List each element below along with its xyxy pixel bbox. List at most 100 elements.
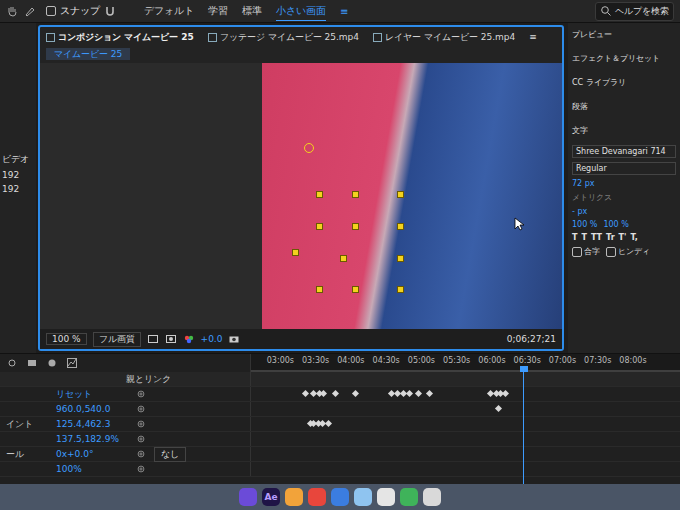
scale-field[interactable]: 100 % <box>603 220 628 229</box>
pen-icon[interactable] <box>24 5 36 17</box>
text-style-button[interactable]: TT <box>591 233 602 242</box>
keyframe[interactable] <box>495 405 502 412</box>
dock-app-icon[interactable] <box>377 488 395 506</box>
text-style-button[interactable]: T, <box>630 233 637 242</box>
keyframe[interactable] <box>302 390 309 397</box>
option-checkbox[interactable]: 合字 <box>572 246 600 257</box>
panel-tab[interactable]: レイヤー マイムービー 25.mp4 <box>373 31 515 44</box>
color-wheel-icon[interactable] <box>183 333 195 345</box>
text-style-button[interactable]: T' <box>619 233 627 242</box>
keyframe[interactable] <box>406 390 413 397</box>
workspace-tab[interactable]: 標準 <box>242 2 262 20</box>
dock-app-icon[interactable] <box>400 488 418 506</box>
snap-toggle[interactable]: スナップ <box>46 4 116 18</box>
parent-select[interactable]: なし <box>154 447 186 462</box>
panel-header[interactable]: エフェクト＆プリセット <box>572 49 676 64</box>
keyframe[interactable] <box>502 390 509 397</box>
mask-vertex[interactable] <box>397 286 404 293</box>
keyframe[interactable] <box>352 390 359 397</box>
kerning-field[interactable]: メトリクス <box>572 192 612 203</box>
pick-whip-icon[interactable] <box>136 419 146 429</box>
font-size-field[interactable]: 72 px <box>572 179 595 188</box>
property-value[interactable]: 0x+0.0° <box>56 449 128 459</box>
magnet-icon[interactable] <box>104 5 116 17</box>
snap-checkbox[interactable] <box>46 6 56 16</box>
mask-vertex[interactable] <box>352 191 359 198</box>
keyframe-track[interactable] <box>250 387 680 401</box>
keyframe-track[interactable] <box>250 417 680 431</box>
dock-app-icon[interactable] <box>423 488 441 506</box>
panel-tab[interactable]: フッテージ マイムービー 25.mp4 <box>208 31 359 44</box>
dock-app-icon[interactable] <box>285 488 303 506</box>
scale-field[interactable]: 100 % <box>572 220 597 229</box>
zoom-select[interactable]: 100 % <box>46 333 87 345</box>
keyframe[interactable] <box>320 390 327 397</box>
mask-vertex[interactable] <box>397 255 404 262</box>
exposure-value[interactable]: +0.0 <box>201 334 223 344</box>
mask-vertex[interactable] <box>292 249 299 256</box>
font-style-field[interactable]: Regular <box>572 162 676 175</box>
panel-header[interactable]: CC ライブラリ <box>572 73 676 88</box>
workspace-menu[interactable]: ≡ <box>340 6 348 17</box>
video-frame[interactable] <box>262 63 562 329</box>
graph-editor-icon[interactable] <box>66 357 78 369</box>
current-timecode[interactable]: 0;06;27;21 <box>507 334 556 344</box>
keyframe[interactable] <box>415 390 422 397</box>
keyframe-track[interactable] <box>250 447 680 461</box>
mask-vertex[interactable] <box>397 191 404 198</box>
keyframe-track[interactable] <box>250 462 680 476</box>
pick-whip-icon[interactable] <box>136 389 146 399</box>
panel-tab[interactable]: コンポジション マイムービー 25 <box>46 31 194 44</box>
workspace-tab[interactable]: 学習 <box>208 2 228 20</box>
dock-app-icon[interactable] <box>331 488 349 506</box>
leading-field[interactable]: - px <box>572 207 587 216</box>
mask-vertex[interactable] <box>352 286 359 293</box>
keyframe-track[interactable] <box>250 402 680 416</box>
quality-select[interactable]: フル画質 <box>93 332 141 347</box>
property-value[interactable]: 125.4,462.3 <box>56 419 128 429</box>
panel-header[interactable]: 文字 <box>572 121 676 136</box>
property-value[interactable]: リセット <box>56 388 128 401</box>
pick-whip-icon[interactable] <box>136 434 146 444</box>
text-style-button[interactable]: T <box>572 233 577 242</box>
keyframe[interactable] <box>325 420 332 427</box>
mask-icon[interactable] <box>165 333 177 345</box>
dock-app-icon[interactable] <box>239 488 257 506</box>
dock-app-icon[interactable]: Ae <box>262 488 280 506</box>
hand-icon[interactable] <box>6 5 18 17</box>
mask-vertex[interactable] <box>397 223 404 230</box>
anchor-point-icon[interactable] <box>304 143 314 153</box>
panel-header[interactable]: 段落 <box>572 97 676 112</box>
property-value[interactable]: 960.0,540.0 <box>56 404 128 414</box>
mask-vertex[interactable] <box>340 255 347 262</box>
pick-whip-icon[interactable] <box>136 464 146 474</box>
motion-blur-icon[interactable] <box>46 357 58 369</box>
workspace-tab[interactable]: 小さい画面 <box>276 2 326 21</box>
font-family-field[interactable]: Shree Devanagari 714 <box>572 145 676 158</box>
checkbox-box[interactable] <box>606 247 616 257</box>
help-search[interactable]: ヘルプを検索 <box>595 2 674 21</box>
property-value[interactable]: 100% <box>56 464 128 474</box>
pick-whip-icon[interactable] <box>136 404 146 414</box>
mask-vertex[interactable] <box>352 223 359 230</box>
mask-vertex[interactable] <box>316 223 323 230</box>
option-checkbox[interactable]: ヒンディ <box>606 246 650 257</box>
text-style-button[interactable]: Tr <box>606 233 615 242</box>
checkbox-box[interactable] <box>572 247 582 257</box>
pick-whip-icon[interactable] <box>136 449 146 459</box>
playhead-line[interactable] <box>523 372 524 484</box>
shy-icon[interactable] <box>6 357 18 369</box>
time-ruler[interactable]: 03:00s03:30s04:00s04:30s05:00s05:30s06:0… <box>250 354 680 372</box>
keyframe[interactable] <box>426 390 433 397</box>
workspace-tab[interactable]: デフォルト <box>144 2 194 20</box>
dock-app-icon[interactable] <box>308 488 326 506</box>
keyframe[interactable] <box>332 390 339 397</box>
property-value[interactable]: 137.5,182.9% <box>56 434 128 444</box>
mask-vertex[interactable] <box>316 286 323 293</box>
frame-blend-icon[interactable] <box>26 357 38 369</box>
camera-icon[interactable] <box>228 333 240 345</box>
grid-icon[interactable] <box>147 333 159 345</box>
dock-app-icon[interactable] <box>354 488 372 506</box>
composition-breadcrumb[interactable]: マイムービー 25 <box>46 48 130 60</box>
text-style-button[interactable]: T <box>581 233 586 242</box>
